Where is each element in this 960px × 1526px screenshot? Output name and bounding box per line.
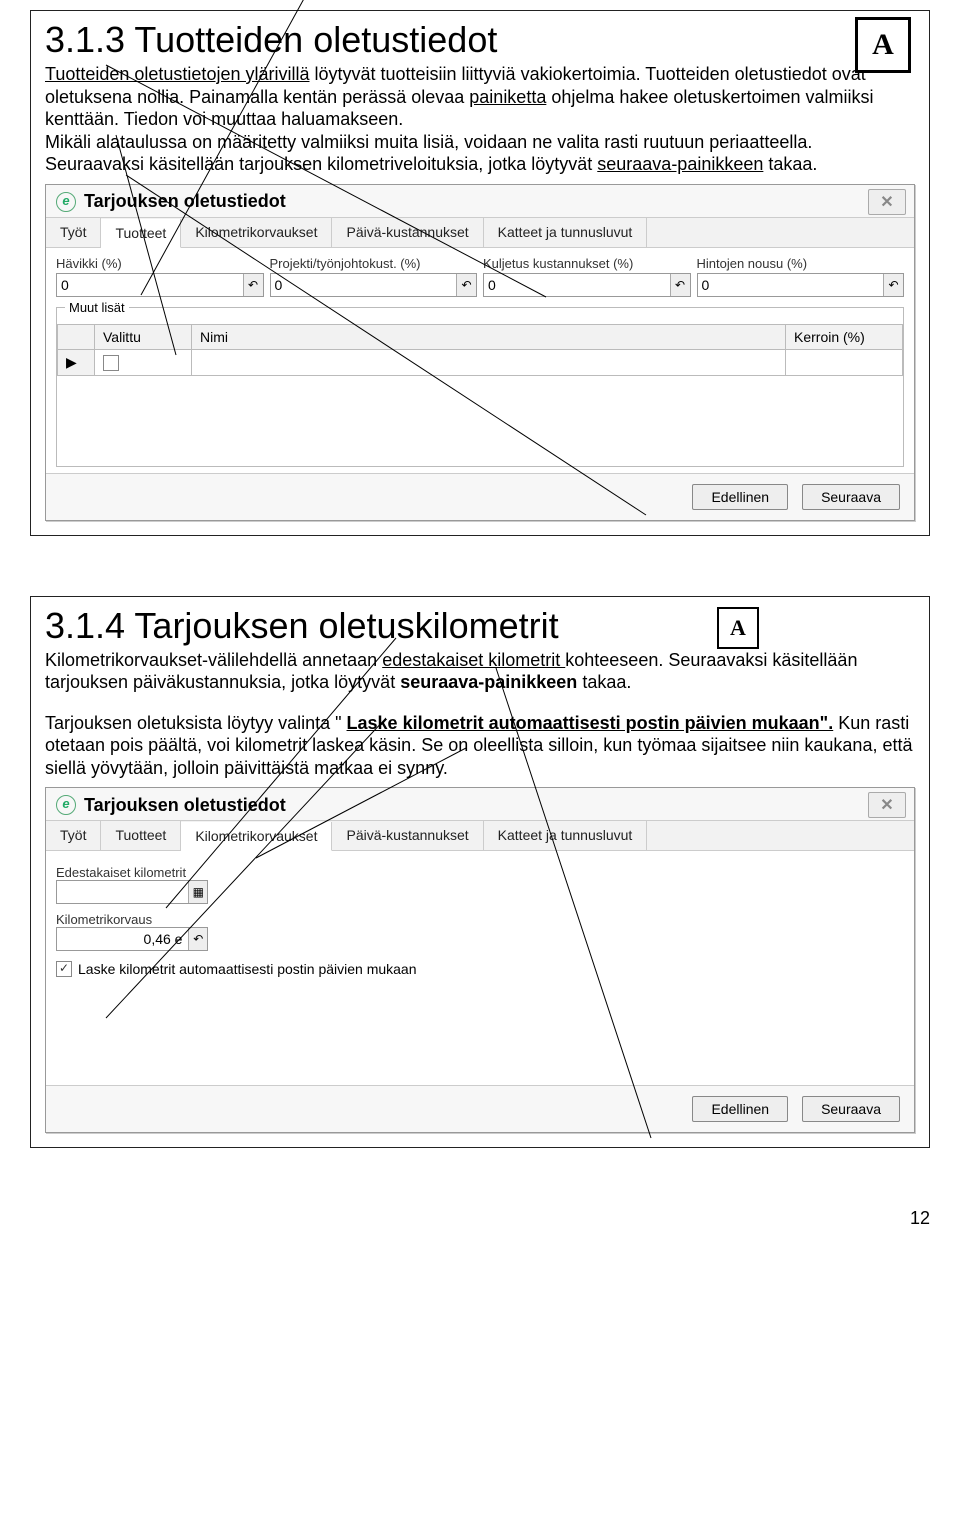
label-havikki: Hävikki (%) bbox=[56, 256, 264, 271]
col-kerroin: Kerroin (%) bbox=[786, 324, 903, 349]
text: Kilometrikorvaukset-välilehdellä annetaa… bbox=[45, 650, 382, 670]
app-icon: e bbox=[56, 192, 76, 212]
heading-313: 3.1.3 Tuotteiden oletustiedot bbox=[45, 19, 915, 61]
checkbox-laske-kilometrit[interactable]: Laske kilometrit automaattisesti postin … bbox=[56, 961, 904, 977]
text: Tarjouksen oletuksista löytyy valinta " bbox=[45, 713, 347, 733]
dialog-tarjouksen-oletustiedot-2: e Tarjouksen oletustiedot ✕ Työt Tuottee… bbox=[45, 787, 915, 1133]
dialog-tarjouksen-oletustiedot-1: e Tarjouksen oletustiedot ✕ Työt Tuottee… bbox=[45, 184, 915, 521]
undo-icon[interactable]: ↶ bbox=[456, 274, 476, 296]
undo-icon[interactable]: ↶ bbox=[883, 274, 903, 296]
input-kilometrikorvaus[interactable]: ↶ bbox=[56, 927, 208, 951]
page-number: 12 bbox=[30, 1208, 930, 1229]
input-havikki[interactable]: ↶ bbox=[56, 273, 264, 297]
label-edestakaiset: Edestakaiset kilometrit bbox=[56, 865, 904, 880]
close-icon[interactable]: ✕ bbox=[868, 792, 906, 818]
input-havikki-field[interactable] bbox=[57, 274, 243, 296]
prev-button[interactable]: Edellinen bbox=[692, 1096, 788, 1122]
section-box-2: A 3.1.4 Tarjouksen oletuskilometrit Kilo… bbox=[30, 596, 930, 1149]
app-icon: e bbox=[56, 795, 76, 815]
text-underlined: painiketta bbox=[469, 87, 546, 107]
tab-tyot[interactable]: Työt bbox=[46, 218, 101, 247]
tabs: Työt Tuotteet Kilometrikorvaukset Päivä-… bbox=[46, 820, 914, 851]
group-muut-lisat: Muut lisät Valittu Nimi Kerroin (%) ▶ bbox=[56, 307, 904, 467]
label-projekti: Projekti/työnjohtokust. (%) bbox=[270, 256, 478, 271]
tab-katteet[interactable]: Katteet ja tunnusluvut bbox=[484, 218, 648, 247]
input-kilometrikorvaus-field[interactable] bbox=[57, 928, 188, 950]
para-1: Tuotteiden oletustietojen ylärivillä löy… bbox=[45, 63, 915, 131]
undo-icon[interactable]: ↶ bbox=[670, 274, 690, 296]
input-hintojen-field[interactable] bbox=[698, 274, 884, 296]
cell-nimi[interactable] bbox=[192, 349, 786, 375]
cell-kerroin[interactable] bbox=[786, 349, 903, 375]
tab-tuotteet[interactable]: Tuotteet bbox=[101, 219, 181, 248]
cell-valittu[interactable] bbox=[95, 349, 192, 375]
next-button[interactable]: Seuraava bbox=[802, 1096, 900, 1122]
text-underlined: edestakaiset kilometrit bbox=[382, 650, 565, 670]
input-projekti[interactable]: ↶ bbox=[270, 273, 478, 297]
input-edestakaiset[interactable]: ▦ bbox=[56, 880, 208, 904]
input-edestakaiset-field[interactable] bbox=[57, 881, 188, 903]
para-2: Tarjouksen oletuksista löytyy valinta " … bbox=[45, 712, 915, 780]
tab-paiva-kustannukset[interactable]: Päivä-kustannukset bbox=[332, 821, 483, 850]
heading-314: 3.1.4 Tarjouksen oletuskilometrit bbox=[45, 605, 915, 647]
para-3: Seuraavaksi käsitellään tarjouksen kilom… bbox=[45, 153, 915, 176]
para-1: Kilometrikorvaukset-välilehdellä annetaa… bbox=[45, 649, 915, 694]
tab-kilometrikorvaukset[interactable]: Kilometrikorvaukset bbox=[181, 218, 332, 247]
group-title: Muut lisät bbox=[65, 300, 129, 315]
input-projekti-field[interactable] bbox=[271, 274, 457, 296]
col-valittu: Valittu bbox=[95, 324, 192, 349]
text: takaa. bbox=[577, 672, 631, 692]
section-box-1: A 3.1.3 Tuotteiden oletustiedot Tuotteid… bbox=[30, 10, 930, 536]
label-kilometrikorvaus: Kilometrikorvaus bbox=[56, 912, 904, 927]
text: takaa. bbox=[763, 154, 817, 174]
text-underlined: Tuotteiden oletustietojen ylärivillä bbox=[45, 64, 309, 84]
prev-button[interactable]: Edellinen bbox=[692, 484, 788, 510]
para-2: Mikäli alataulussa on määritetty valmiik… bbox=[45, 131, 915, 154]
text-bold-underline: Laske kilometrit automaattisesti postin … bbox=[347, 713, 834, 733]
checkbox-icon[interactable] bbox=[56, 961, 72, 977]
tab-katteet[interactable]: Katteet ja tunnusluvut bbox=[484, 821, 648, 850]
input-hintojen[interactable]: ↶ bbox=[697, 273, 905, 297]
logo-icon: A bbox=[855, 17, 911, 73]
next-button[interactable]: Seuraava bbox=[802, 484, 900, 510]
col-nimi: Nimi bbox=[192, 324, 786, 349]
tab-tyot[interactable]: Työt bbox=[46, 821, 101, 850]
text: Seuraavaksi käsitellään tarjouksen kilom… bbox=[45, 154, 597, 174]
tabs: Työt Tuotteet Kilometrikorvaukset Päivä-… bbox=[46, 217, 914, 248]
logo-icon: A bbox=[717, 607, 759, 649]
tab-tuotteet[interactable]: Tuotteet bbox=[101, 821, 181, 850]
label-hintojen: Hintojen nousu (%) bbox=[697, 256, 905, 271]
tab-kilometrikorvaukset[interactable]: Kilometrikorvaukset bbox=[181, 822, 332, 851]
undo-icon[interactable]: ↶ bbox=[243, 274, 263, 296]
col-rowhdr bbox=[58, 324, 95, 349]
text-underlined: seuraava-painikkeen bbox=[597, 154, 763, 174]
table-row[interactable]: ▶ bbox=[58, 349, 903, 375]
tab-paiva-kustannukset[interactable]: Päivä-kustannukset bbox=[332, 218, 483, 247]
calc-icon[interactable]: ▦ bbox=[188, 881, 207, 903]
row-selector[interactable]: ▶ bbox=[58, 349, 95, 375]
checkbox-label: Laske kilometrit automaattisesti postin … bbox=[78, 961, 417, 977]
label-kuljetus: Kuljetus kustannukset (%) bbox=[483, 256, 691, 271]
text-bold: seuraava-painikkeen bbox=[400, 672, 577, 692]
checkbox-icon[interactable] bbox=[103, 355, 119, 371]
dialog-title: Tarjouksen oletustiedot bbox=[84, 795, 286, 816]
undo-icon[interactable]: ↶ bbox=[188, 928, 207, 950]
close-icon[interactable]: ✕ bbox=[868, 189, 906, 215]
table-muut-lisat: Valittu Nimi Kerroin (%) ▶ bbox=[57, 324, 903, 376]
input-kuljetus[interactable]: ↶ bbox=[483, 273, 691, 297]
dialog-title: Tarjouksen oletustiedot bbox=[84, 191, 286, 212]
input-kuljetus-field[interactable] bbox=[484, 274, 670, 296]
